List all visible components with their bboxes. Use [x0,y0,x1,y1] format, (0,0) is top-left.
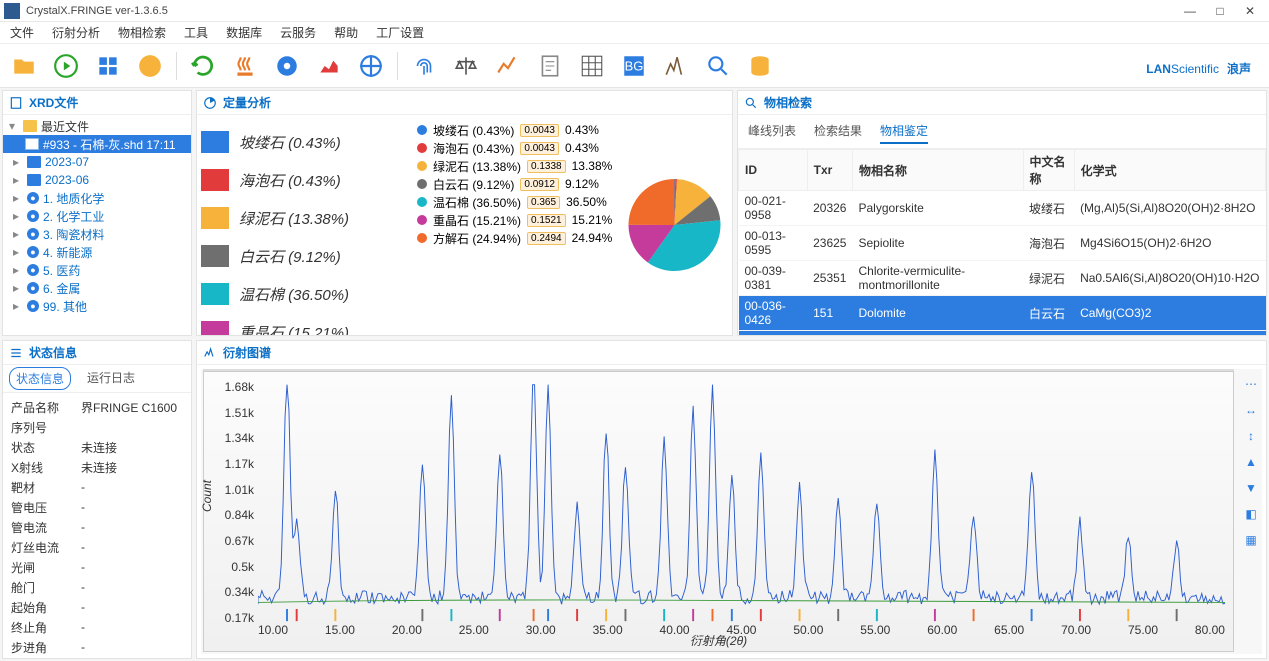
tree-root[interactable]: ▾最近文件 [3,117,191,135]
tool-expand-h-icon[interactable]: ↔ [1242,401,1260,419]
diffraction-panel: 衍射图谱 Count 1.68k1.51k1.34k1.17k1.01k0.84… [196,340,1267,659]
tree-month-1[interactable]: ▸2023-06 [3,171,191,189]
report-icon[interactable] [534,50,566,82]
app-icon [4,3,20,19]
menu-tools[interactable]: 工具 [184,24,208,41]
chart-yaxis: 1.68k1.51k1.34k1.17k1.01k0.84k0.67k0.5k0… [210,380,254,625]
title-bar: CrystalX.FRINGE ver-1.3.6.5 — □ ✕ [0,0,1269,22]
status-panel-title: 状态信息 [29,344,77,361]
table-row[interactable]: 00-025-064512738Chrysotile温石棉Mg3[Si2-xO5… [739,331,1266,336]
phase-legend: 坡缕石 (0.43%)海泡石 (0.43%)绿泥石 (13.38%)白云石 (9… [197,115,417,335]
phase-table[interactable]: IDTxr物相名称中文名称化学式 00-021-095820326Palygor… [738,149,1266,335]
brand-logo: LANScientific浪声 [1146,53,1251,79]
table-icon[interactable] [576,50,608,82]
target-icon[interactable] [355,50,387,82]
tool-grid-icon[interactable]: ▦ [1242,531,1260,549]
status-list: 产品名称界FRINGE C1600序列号状态未连接X射线未连接靶材-管电压-管电… [3,393,191,658]
pie-legend-small: 坡缕石 (0.43%)0.00430.43%海泡石 (0.43%)0.00430… [417,115,617,335]
tree-cat-6[interactable]: ▸●99. 其他 [3,297,191,315]
peaks-icon[interactable] [660,50,692,82]
tree-cat-3[interactable]: ▸●4. 新能源 [3,243,191,261]
tree-cat-1[interactable]: ▸●2. 化学工业 [3,207,191,225]
play-icon[interactable] [50,50,82,82]
menu-file[interactable]: 文件 [10,24,34,41]
tree-file-selected[interactable]: #933 - 石棉-灰.shd 17:11 [3,135,191,153]
tab-log[interactable]: 运行日志 [81,367,141,390]
tree-cat-0[interactable]: ▸●1. 地质化学 [3,189,191,207]
files-panel-title: XRD文件 [29,94,78,111]
radiation-icon[interactable] [134,50,166,82]
chart-icon[interactable] [313,50,345,82]
table-row[interactable]: 00-013-059523625Sepiolite海泡石Mg4Si6O15(OH… [739,226,1266,261]
chart-side-tools: ⋯ ↔ ↕ ▲ ▼ ◧ ▦ [1242,375,1260,549]
tool-expand-v-icon[interactable]: ↕ [1242,427,1260,445]
menu-phase-search[interactable]: 物相检索 [118,24,166,41]
pie-chart [617,115,732,335]
menu-help[interactable]: 帮助 [334,24,358,41]
tool-window-icon[interactable]: ◧ [1242,505,1260,523]
search-db-icon[interactable] [702,50,734,82]
close-button[interactable]: ✕ [1241,4,1259,18]
chart-xlabel: 衍射角(2θ) [204,632,1233,649]
tree-cat-2[interactable]: ▸●3. 陶瓷材料 [3,225,191,243]
search-panel: 物相检索 峰线列表 检索结果 物相鉴定 IDTxr物相名称中文名称化学式 00-… [737,90,1267,336]
database-icon[interactable] [744,50,776,82]
diffraction-chart[interactable]: Count 1.68k1.51k1.34k1.17k1.01k0.84k0.67… [201,369,1262,654]
status-panel: 状态信息 状态信息 运行日志 产品名称界FRINGE C1600序列号状态未连接… [2,340,192,659]
tool-down-icon[interactable]: ▼ [1242,479,1260,497]
bg-icon[interactable]: BG [618,50,650,82]
tab-identify[interactable]: 物相鉴定 [880,119,928,144]
search-panel-title: 物相检索 [764,94,812,111]
tree-month-0[interactable]: ▸2023-07 [3,153,191,171]
table-row[interactable]: 00-021-095820326Palygorskite坡缕石(Mg,Al)5(… [739,191,1266,226]
table-row[interactable]: 00-039-038125351Chlorite-vermiculite-mon… [739,261,1266,296]
quant-panel: 定量分析 坡缕石 (0.43%)海泡石 (0.43%)绿泥石 (13.38%)白… [196,90,733,336]
menu-diffraction[interactable]: 衍射分析 [52,24,100,41]
minimize-button[interactable]: — [1181,4,1199,18]
refresh-icon[interactable] [187,50,219,82]
menu-cloud[interactable]: 云服务 [280,24,316,41]
tab-results[interactable]: 检索结果 [814,119,862,144]
tool-up-icon[interactable]: ▲ [1242,453,1260,471]
file-tree[interactable]: ▾最近文件 #933 - 石棉-灰.shd 17:11 ▸2023-07 ▸20… [3,115,191,335]
diffraction-panel-title: 衍射图谱 [223,344,271,361]
svg-text:BG: BG [625,58,644,73]
menu-database[interactable]: 数据库 [226,24,262,41]
grid-icon[interactable] [92,50,124,82]
toolbar: BG LANScientific浪声 [0,44,1269,88]
search-tabs: 峰线列表 检索结果 物相鉴定 [738,115,1266,149]
tool-more-icon[interactable]: ⋯ [1242,375,1260,393]
tree-cat-5[interactable]: ▸●6. 金属 [3,279,191,297]
gear-icon[interactable] [271,50,303,82]
tab-status[interactable]: 状态信息 [9,367,71,390]
tree-cat-4[interactable]: ▸●5. 医药 [3,261,191,279]
maximize-button[interactable]: □ [1211,4,1229,18]
balance-icon[interactable] [450,50,482,82]
quant-panel-title: 定量分析 [223,94,271,111]
menu-factory[interactable]: 工厂设置 [376,24,424,41]
files-panel: XRD文件 ▾最近文件 #933 - 石棉-灰.shd 17:11 ▸2023-… [2,90,192,336]
trend-icon[interactable] [492,50,524,82]
table-row[interactable]: 00-036-0426151Dolomite白云石CaMg(CO3)2 [739,296,1266,331]
menu-bar: 文件 衍射分析 物相检索 工具 数据库 云服务 帮助 工厂设置 [0,22,1269,44]
fingerprint-icon[interactable] [408,50,440,82]
heat-icon[interactable] [229,50,261,82]
open-icon[interactable] [8,50,40,82]
tab-peaks[interactable]: 峰线列表 [748,119,796,144]
window-title: CrystalX.FRINGE ver-1.3.6.5 [26,5,1181,17]
